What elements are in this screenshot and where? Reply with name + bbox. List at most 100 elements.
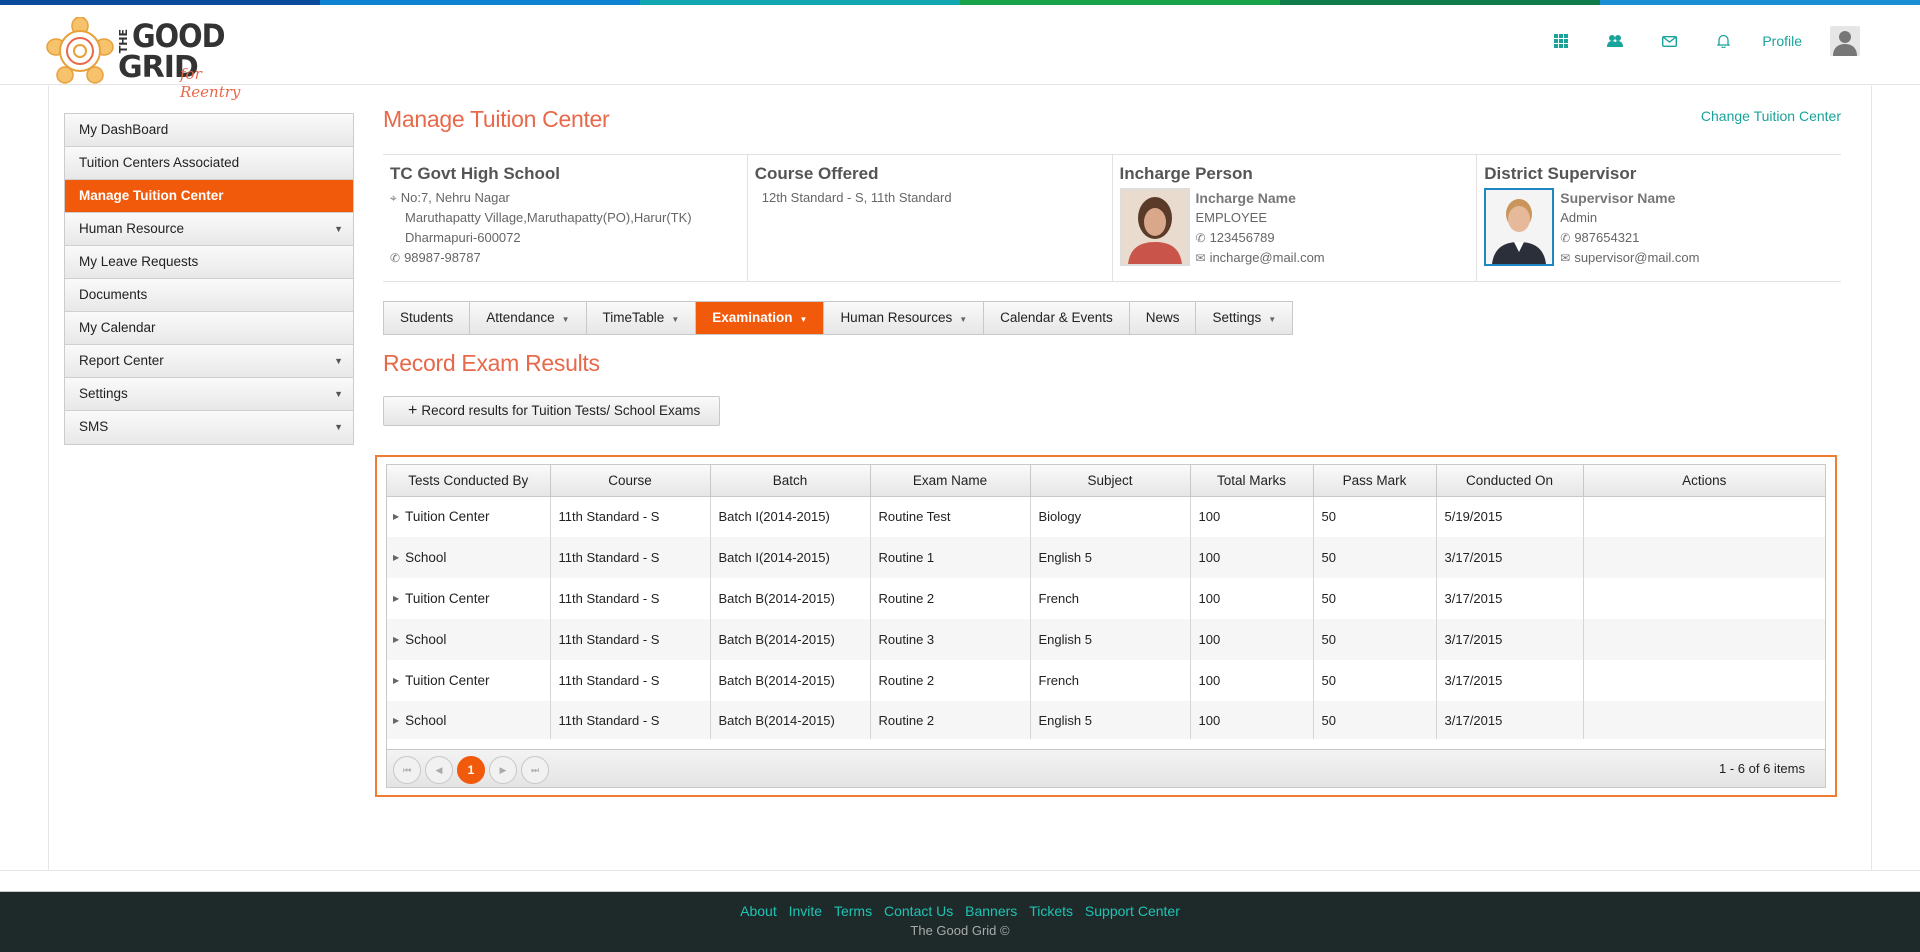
table-cell: French <box>1030 660 1191 701</box>
expand-row-icon[interactable]: ▶ <box>393 594 399 603</box>
logo[interactable]: THE GOOD GRID for Reentry <box>46 13 266 101</box>
users-icon[interactable] <box>1588 19 1642 63</box>
sidebar-item-tuition-centers[interactable]: Tuition Centers Associated <box>65 147 353 180</box>
table-cell: English 5 <box>1030 701 1191 739</box>
sidebar-item-report-center[interactable]: Report Center ▼ <box>65 345 353 378</box>
sidebar-item-settings[interactable]: Settings ▼ <box>65 378 353 411</box>
footer-link-contact[interactable]: Contact Us <box>884 903 953 919</box>
user-avatar[interactable] <box>1830 26 1860 56</box>
table-cell: 5/19/2015 <box>1436 496 1584 537</box>
footer-link-tickets[interactable]: Tickets <box>1029 903 1073 919</box>
table-cell: ▶ School <box>387 537 551 578</box>
tab-attendance[interactable]: Attendance ▼ <box>470 302 587 334</box>
bell-icon[interactable] <box>1696 19 1750 63</box>
sidebar-item-documents[interactable]: Documents <box>65 279 353 312</box>
table-cell: 3/17/2015 <box>1436 537 1584 578</box>
first-page-icon[interactable]: ⏮ <box>393 756 421 784</box>
footer-link-banners[interactable]: Banners <box>965 903 1017 919</box>
caret-down-icon: ▼ <box>959 315 968 324</box>
expand-row-icon[interactable]: ▶ <box>393 553 399 562</box>
caret-down-icon: ▼ <box>334 356 343 366</box>
main-content: Manage Tuition Center Change Tuition Cen… <box>375 100 1841 797</box>
column-header[interactable]: Pass Mark <box>1313 465 1437 497</box>
supervisor-email[interactable]: supervisor@mail.com <box>1574 250 1699 265</box>
table-cell: 11th Standard - S <box>550 619 711 660</box>
expand-row-icon[interactable]: ▶ <box>393 635 399 644</box>
tab-label: Calendar & Events <box>1000 310 1113 325</box>
next-page-icon[interactable]: ▶ <box>489 756 517 784</box>
tab-timetable[interactable]: TimeTable ▼ <box>586 302 697 334</box>
tab-label: Examination <box>712 310 793 325</box>
prev-page-icon[interactable]: ◀ <box>425 756 453 784</box>
profile-link[interactable]: Profile <box>1762 33 1802 49</box>
column-header[interactable]: Course <box>550 465 711 497</box>
table-cell[interactable] <box>1583 537 1825 578</box>
column-header[interactable]: Conducted On <box>1436 465 1584 497</box>
table-cell[interactable] <box>1583 660 1825 701</box>
last-page-icon[interactable]: ⏭ <box>521 756 549 784</box>
table-cell[interactable] <box>1583 578 1825 619</box>
expand-row-icon[interactable]: ▶ <box>393 716 399 725</box>
table-cell: Routine 1 <box>870 537 1031 578</box>
incharge-heading: Incharge Person <box>1119 164 1253 183</box>
mail-icon[interactable] <box>1642 19 1696 63</box>
tab-examination[interactable]: Examination ▼ <box>696 302 825 334</box>
sidebar-nav: My DashBoard Tuition Centers Associated … <box>64 113 354 445</box>
change-tuition-center-link[interactable]: Change Tuition Center <box>1701 108 1841 124</box>
tab-settings[interactable]: Settings ▼ <box>1196 302 1293 334</box>
course-value: 12th Standard - S, 11th Standard <box>761 190 952 205</box>
table-cell: Routine 2 <box>870 701 1031 739</box>
table-row[interactable]: ▶ Tuition Center 11th Standard - S Batch B(… <box>387 660 1825 701</box>
column-header[interactable]: Tests Conducted By <box>387 465 551 497</box>
table-cell: English 5 <box>1030 619 1191 660</box>
expand-row-icon[interactable]: ▶ <box>393 676 399 685</box>
footer-link-about[interactable]: About <box>740 903 777 919</box>
table-row[interactable]: ▶ School 11th Standard - S Batch I(2014-201… <box>387 537 1825 578</box>
column-header[interactable]: Subject <box>1030 465 1191 497</box>
expand-row-icon[interactable]: ▶ <box>393 512 399 521</box>
table-cell[interactable] <box>1583 496 1825 537</box>
table-cell: 50 <box>1313 660 1437 701</box>
cell-text: Tuition Center <box>405 591 490 606</box>
footer-link-terms[interactable]: Terms <box>834 903 872 919</box>
column-header[interactable]: Exam Name <box>870 465 1031 497</box>
table-row[interactable]: ▶ School 11th Standard - S Batch B(2014-201… <box>387 701 1825 739</box>
footer-link-support[interactable]: Support Center <box>1085 903 1180 919</box>
sidebar-item-dashboard[interactable]: My DashBoard <box>65 114 353 147</box>
tab-calendar-events[interactable]: Calendar & Events <box>984 302 1130 334</box>
tab-label: News <box>1145 310 1180 325</box>
exam-results-grid-highlight: Tests Conducted By Course Batch Exam Nam… <box>375 455 1837 797</box>
map-marker-icon: ⌖ <box>390 191 397 205</box>
header-actions: Profile <box>1534 19 1860 63</box>
sidebar-item-label: Human Resource <box>79 221 185 236</box>
table-cell[interactable] <box>1583 701 1825 739</box>
apps-grid-icon[interactable] <box>1534 19 1588 63</box>
sidebar-item-label: My Calendar <box>79 320 156 335</box>
sidebar-item-manage-tuition-center[interactable]: Manage Tuition Center <box>65 180 353 213</box>
tab-news[interactable]: News <box>1129 302 1197 334</box>
sidebar-item-human-resource[interactable]: Human Resource ▼ <box>65 213 353 246</box>
incharge-person: Incharge Person Incharge Name EMPLOYEE ✆… <box>1113 155 1478 281</box>
record-results-button[interactable]: + Record results for Tuition Tests/ Schoo… <box>383 396 720 426</box>
incharge-phone: 123456789 <box>1209 230 1275 245</box>
sidebar-item-leave-requests[interactable]: My Leave Requests <box>65 246 353 279</box>
page-number-button[interactable]: 1 <box>457 756 485 784</box>
column-header[interactable]: Total Marks <box>1190 465 1314 497</box>
incharge-email[interactable]: incharge@mail.com <box>1210 250 1325 265</box>
sidebar-item-calendar[interactable]: My Calendar <box>65 312 353 345</box>
sidebar-item-sms[interactable]: SMS ▼ <box>65 411 353 444</box>
tab-students[interactable]: Students <box>384 302 471 334</box>
table-cell[interactable] <box>1583 619 1825 660</box>
envelope-icon: ✉ <box>1560 251 1571 265</box>
table-row[interactable]: ▶ Tuition Center 11th Standard - S Batch B(… <box>387 578 1825 619</box>
sidebar-item-label: SMS <box>79 419 109 434</box>
column-header[interactable]: Actions <box>1583 465 1825 497</box>
table-row[interactable]: ▶ School 11th Standard - S Batch B(2014-201… <box>387 619 1825 660</box>
tab-human-resources[interactable]: Human Resources ▼ <box>824 302 985 334</box>
table-row[interactable]: ▶ Tuition Center 11th Standard - S Batch I(… <box>387 496 1825 537</box>
column-header[interactable]: Batch <box>710 465 871 497</box>
supervisor-phone: 987654321 <box>1574 230 1640 245</box>
table-cell: 11th Standard - S <box>550 578 711 619</box>
footer-link-invite[interactable]: Invite <box>789 903 822 919</box>
sidebar-item-label: Tuition Centers Associated <box>79 155 240 170</box>
